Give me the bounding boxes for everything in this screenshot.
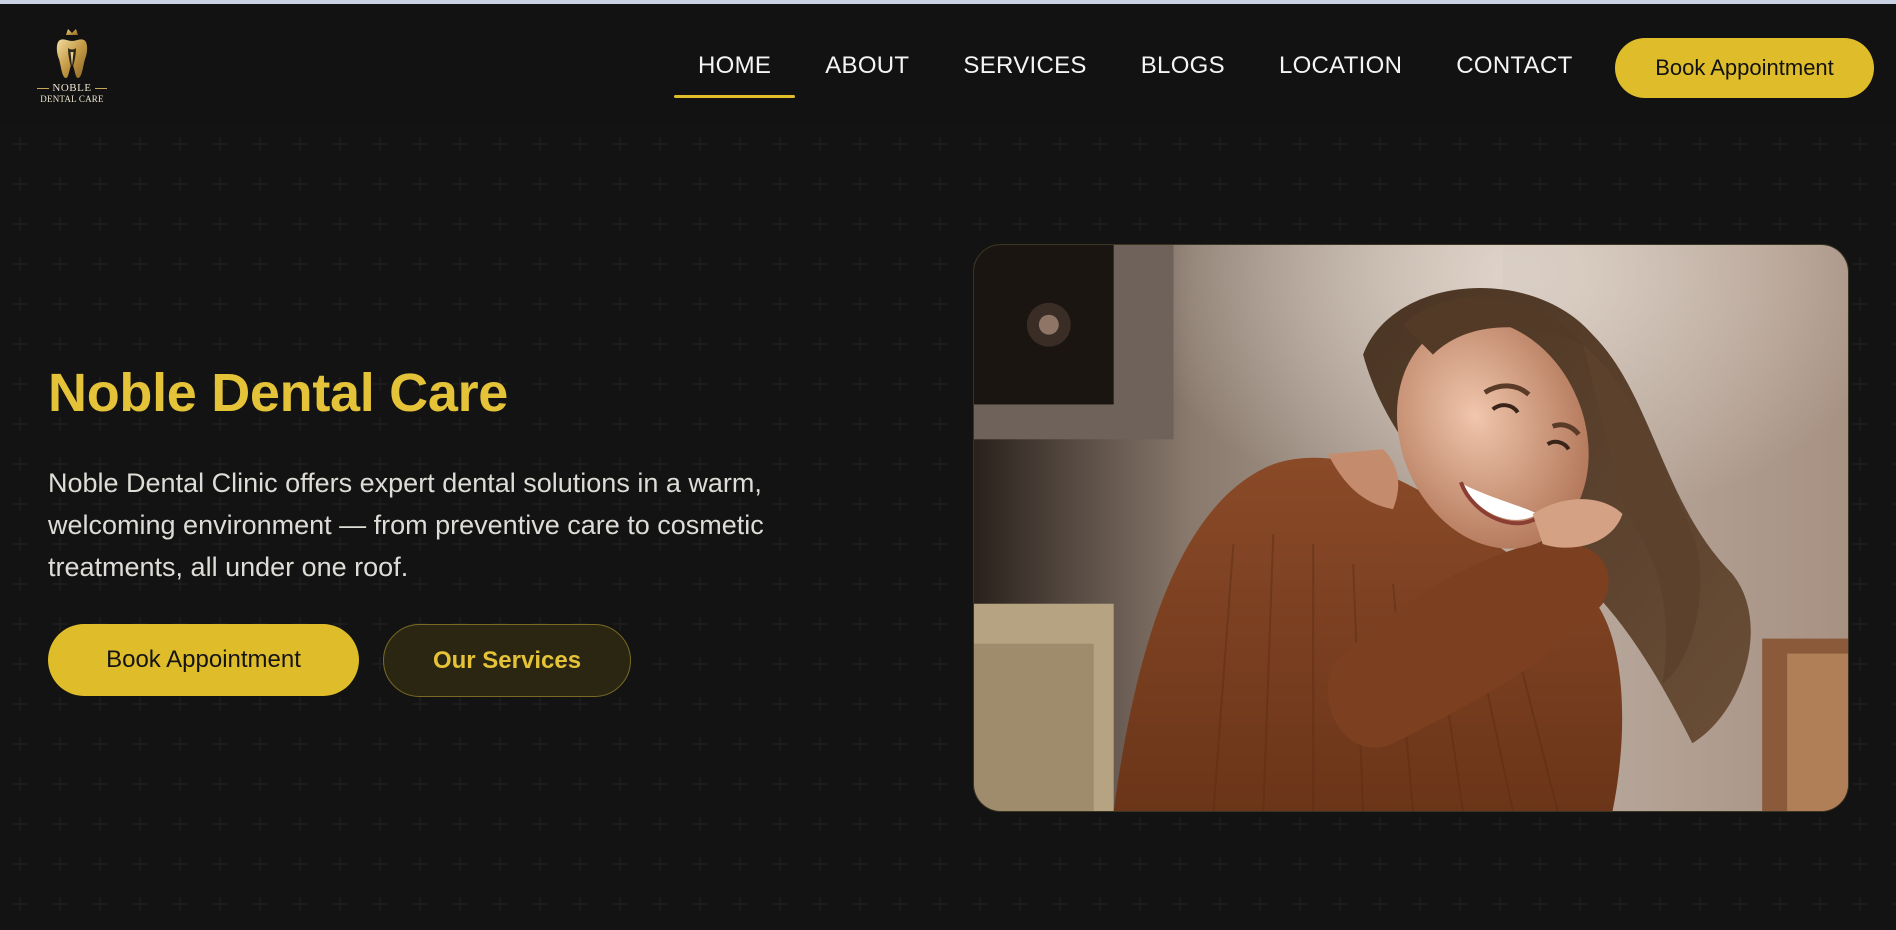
hero-description: Noble Dental Clinic offers expert dental… xyxy=(48,468,764,582)
our-services-button[interactable]: Our Services xyxy=(383,624,631,697)
logo-text-noble: NOBLE xyxy=(37,83,106,94)
hero-section: Noble Dental Care Noble Dental Clinic of… xyxy=(0,124,1896,930)
nav-about[interactable]: ABOUT xyxy=(801,40,933,98)
site-header: NOBLE DENTAL CARE HOME ABOUT SERVICES BL… xyxy=(0,4,1896,124)
site-logo[interactable]: NOBLE DENTAL CARE xyxy=(36,26,108,112)
nav-contact[interactable]: CONTACT xyxy=(1432,40,1596,98)
nav-home[interactable]: HOME xyxy=(674,40,796,98)
nav-blogs[interactable]: BLOGS xyxy=(1117,40,1249,98)
hero-photo-smiling-woman xyxy=(973,244,1849,812)
tooth-crown-icon xyxy=(56,29,88,78)
nav-location[interactable]: LOCATION xyxy=(1255,40,1426,98)
nav-services[interactable]: SERVICES xyxy=(939,40,1110,98)
logo-text-dental-care: DENTAL CARE xyxy=(40,94,104,104)
book-appointment-button[interactable]: Book Appointment xyxy=(48,624,359,696)
main-nav: HOME ABOUT SERVICES BLOGS LOCATION CONTA… xyxy=(674,40,1597,98)
hero-title: Noble Dental Care xyxy=(48,363,509,423)
header-book-appointment-button[interactable]: Book Appointment xyxy=(1615,38,1874,98)
